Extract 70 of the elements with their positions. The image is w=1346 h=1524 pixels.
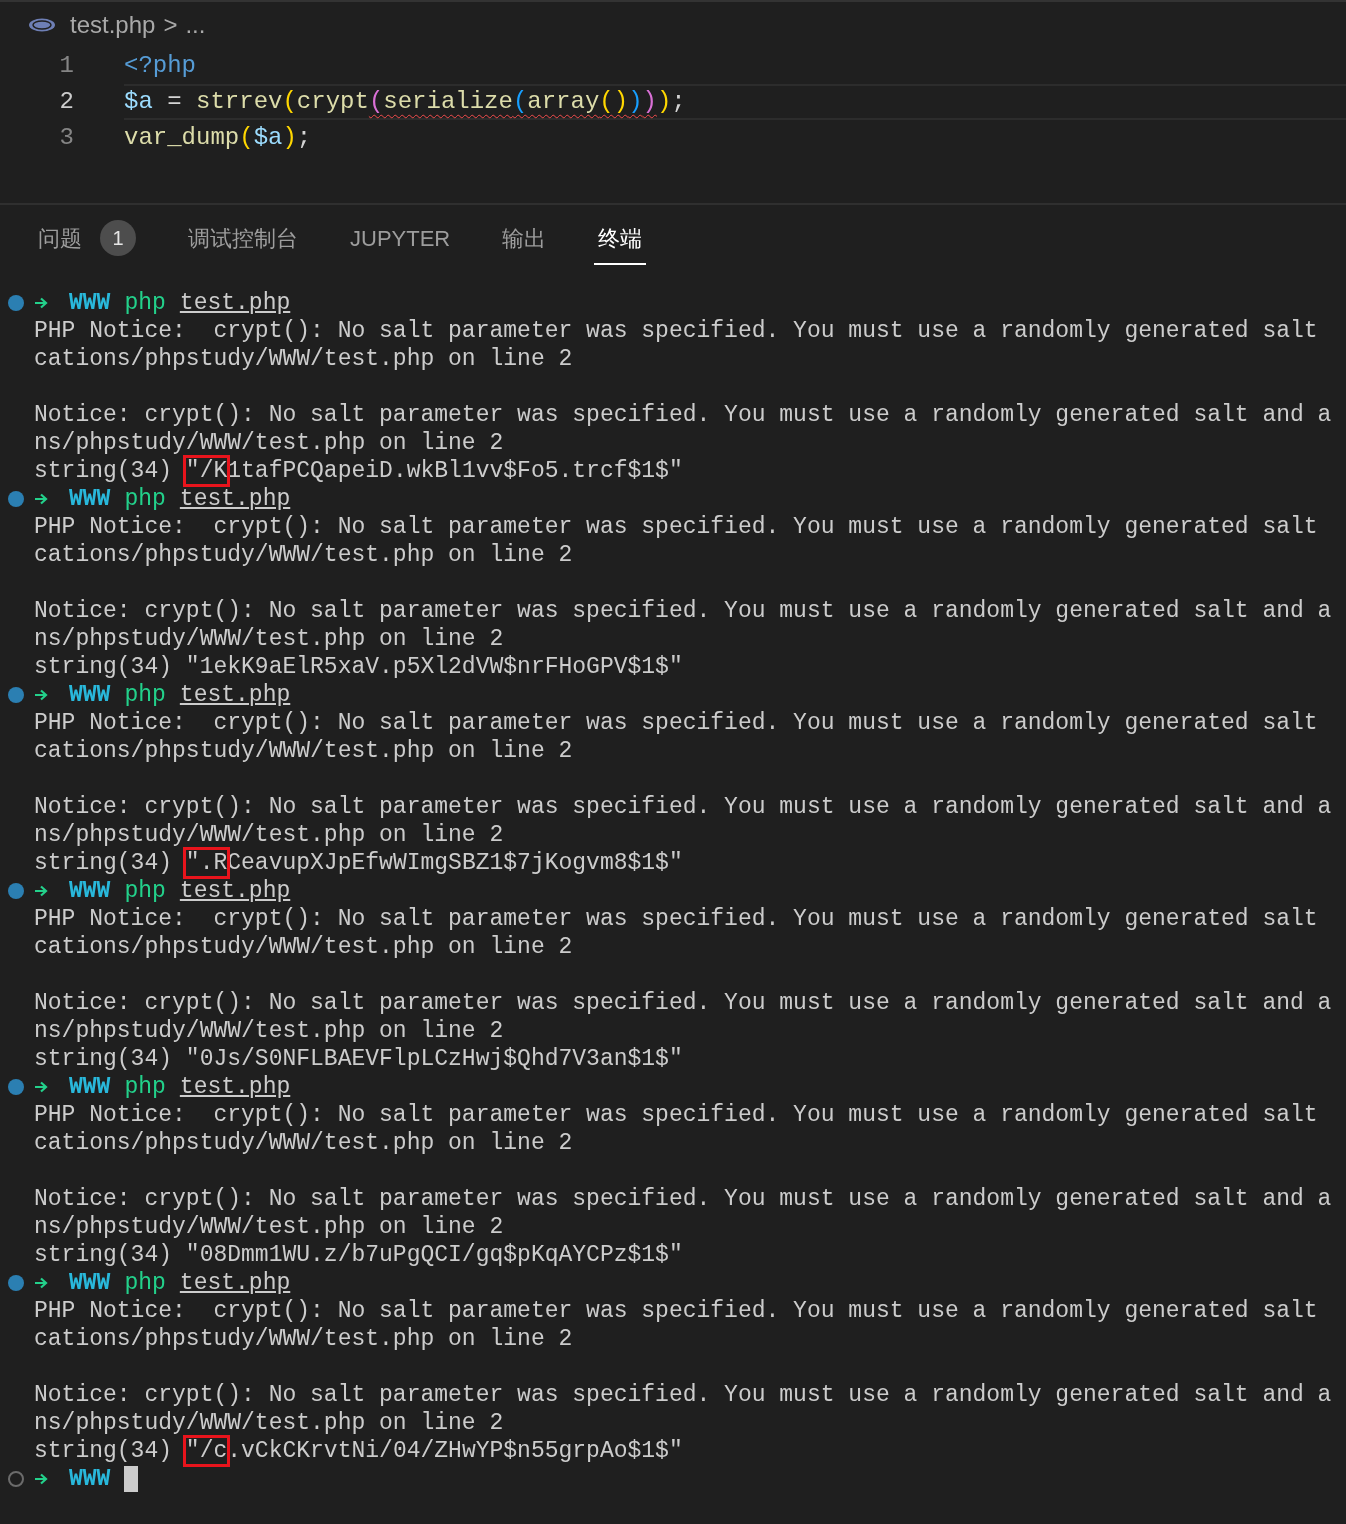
command-text: php — [124, 485, 166, 513]
command-text: php — [124, 681, 166, 709]
directory-name: WWW — [69, 485, 111, 513]
terminal-output-line: PHP Notice: crypt(): No salt parameter was specified. You must use a randomly generated salt — [34, 514, 1318, 540]
file-argument[interactable]: test.php — [179, 485, 291, 513]
file-argument[interactable]: test.php — [179, 1073, 291, 1101]
terminal-output-line: Notice: crypt(): No salt parameter was specified. You must use a randomly generated salt and a — [34, 598, 1332, 624]
terminal-output-line: string(34) "0Js/S0NFLBAEVFlpLCzHwj$Qhd7V3an$1$" — [34, 1046, 683, 1072]
arrow-icon — [34, 689, 48, 701]
terminal-output-line: string(34) "1ekK9aElR5xaV.p5Xl2dVW$nrFHoGPV$1$" — [34, 654, 683, 680]
arrow-icon — [34, 493, 48, 505]
count-badge: 1 — [100, 220, 136, 256]
file-argument[interactable]: test.php — [179, 1269, 291, 1297]
directory-name: WWW — [69, 681, 111, 709]
file-argument[interactable]: test.php — [179, 289, 291, 317]
breadcrumb-separator: > — [163, 10, 178, 40]
terminal-output-line: Notice: crypt(): No salt parameter was specified. You must use a randomly generated salt and a — [34, 1186, 1332, 1212]
arrow-icon — [34, 297, 48, 309]
breadcrumb-file[interactable]: test.php — [70, 7, 156, 43]
terminal-output-line: ns/phpstudy/WWW/test.php on line 2 — [34, 822, 504, 848]
terminal-output-line: cations/phpstudy/WWW/test.php on line 2 — [34, 346, 573, 372]
line-number: 2 — [58, 87, 74, 117]
terminal-output-line: Notice: crypt(): No salt parameter was specified. You must use a randomly generated salt and a — [34, 402, 1332, 428]
directory-name: WWW — [69, 1073, 111, 1101]
code-line: var_dump($a); — [124, 123, 313, 153]
terminal-output-line: PHP Notice: crypt(): No salt parameter was specified. You must use a randomly generated salt — [34, 318, 1318, 344]
terminal-output-line: string(34) "08Dmm1WU.z/b7uPgQCI/gq$pKqAYCPz$1$" — [34, 1242, 683, 1268]
terminal-output-line: cations/phpstudy/WWW/test.php on line 2 — [34, 1130, 573, 1156]
terminal-output-line: PHP Notice: crypt(): No salt parameter was specified. You must use a randomly generated salt — [34, 710, 1318, 736]
terminal-output-line: ns/phpstudy/WWW/test.php on line 2 — [34, 430, 504, 456]
terminal-output-line: cations/phpstudy/WWW/test.php on line 2 — [34, 738, 573, 764]
panel-tab[interactable]: JUPYTER — [346, 213, 455, 265]
php-file-icon — [28, 18, 56, 32]
panel-tab[interactable]: 终端 — [594, 213, 647, 265]
terminal-output-line: PHP Notice: crypt(): No salt parameter was specified. You must use a randomly generated salt — [34, 1102, 1318, 1128]
command-text: php — [124, 877, 166, 905]
directory-name: WWW — [69, 1269, 111, 1297]
directory-name: WWW — [69, 289, 111, 317]
file-argument[interactable]: test.php — [179, 681, 291, 709]
terminal-output-line: Notice: crypt(): No salt parameter was specified. You must use a randomly generated salt and a — [34, 794, 1332, 820]
code-line: <?php — [124, 51, 197, 81]
breadcrumb-more[interactable]: ... — [185, 7, 206, 43]
command-text: php — [124, 289, 166, 317]
panel-tab[interactable]: 输出 — [498, 213, 551, 265]
command-text: php — [124, 1073, 166, 1101]
terminal-output-line: ns/phpstudy/WWW/test.php on line 2 — [34, 626, 504, 652]
file-argument[interactable]: test.php — [179, 877, 291, 905]
terminal-output-line: ns/phpstudy/WWW/test.php on line 2 — [34, 1018, 504, 1044]
panel-tab[interactable]: 问题 1 — [34, 213, 140, 265]
line-number: 3 — [58, 123, 74, 153]
terminal-output-line: string(34) "/c.vCkCKrvtNi/04/ZHwYP$n55grpAo$1$" — [34, 1438, 683, 1464]
current-code-line: $a = strrev(crypt(serialize(array()))); — [124, 84, 1346, 120]
panel-tab[interactable]: 调试控制台 — [184, 213, 302, 265]
arrow-icon — [34, 1473, 48, 1485]
directory-name: WWW — [69, 877, 111, 905]
terminal-output-line: cations/phpstudy/WWW/test.php on line 2 — [34, 934, 573, 960]
terminal-output-line: PHP Notice: crypt(): No salt parameter was specified. You must use a randomly generated salt — [34, 906, 1318, 932]
terminal-output-line: ns/phpstudy/WWW/test.php on line 2 — [34, 1214, 504, 1240]
terminal-output-line: ns/phpstudy/WWW/test.php on line 2 — [34, 1410, 504, 1436]
terminal-output-line: PHP Notice: crypt(): No salt parameter was specified. You must use a randomly generated salt — [34, 1298, 1318, 1324]
arrow-icon — [34, 885, 48, 897]
directory-name: WWW — [69, 1465, 111, 1493]
line-number: 1 — [58, 51, 74, 81]
command-text: php — [124, 1269, 166, 1297]
terminal-output-line: Notice: crypt(): No salt parameter was specified. You must use a randomly generated salt and a — [34, 990, 1332, 1016]
terminal-output-line: cations/phpstudy/WWW/test.php on line 2 — [34, 1326, 573, 1352]
terminal-output-line: cations/phpstudy/WWW/test.php on line 2 — [34, 542, 573, 568]
arrow-icon — [34, 1081, 48, 1093]
terminal-output-line: Notice: crypt(): No salt parameter was specified. You must use a randomly generated salt and a — [34, 1382, 1332, 1408]
arrow-icon — [34, 1277, 48, 1289]
